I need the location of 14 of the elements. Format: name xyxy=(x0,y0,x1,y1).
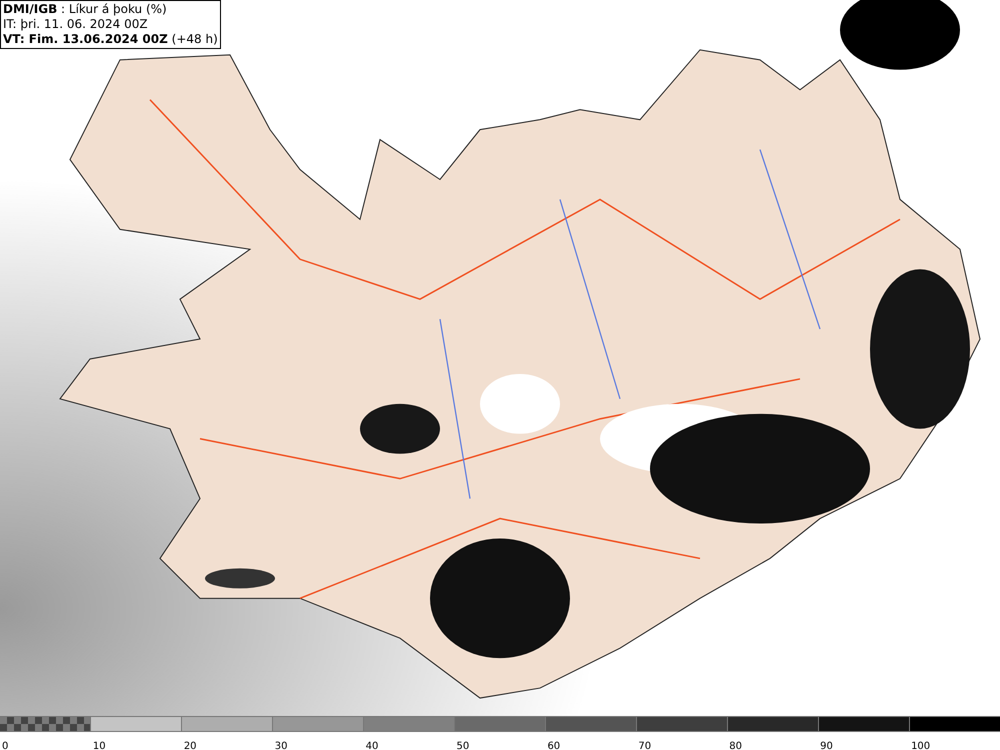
header-line: DMI/IGB : Líkur á þoku (%) xyxy=(3,2,168,17)
legend-label: 0 xyxy=(2,740,8,750)
legend-label: 60 xyxy=(547,740,560,750)
legend-label: 50 xyxy=(456,740,470,750)
header-line: IT: þri. 11. 06. 2024 00Z xyxy=(3,17,149,32)
header-line: VT: Fim. 13.06.2024 00Z (+48 h) xyxy=(3,32,218,47)
legend-label: 10 xyxy=(92,740,106,750)
legend-label: 100 xyxy=(911,740,930,750)
legend-label: 80 xyxy=(729,740,742,750)
legend-label: 70 xyxy=(638,740,652,750)
legend-label: 30 xyxy=(274,740,288,750)
legend-label: 40 xyxy=(366,740,378,750)
legend-label: 90 xyxy=(820,740,833,750)
legend-label: 20 xyxy=(184,740,197,750)
